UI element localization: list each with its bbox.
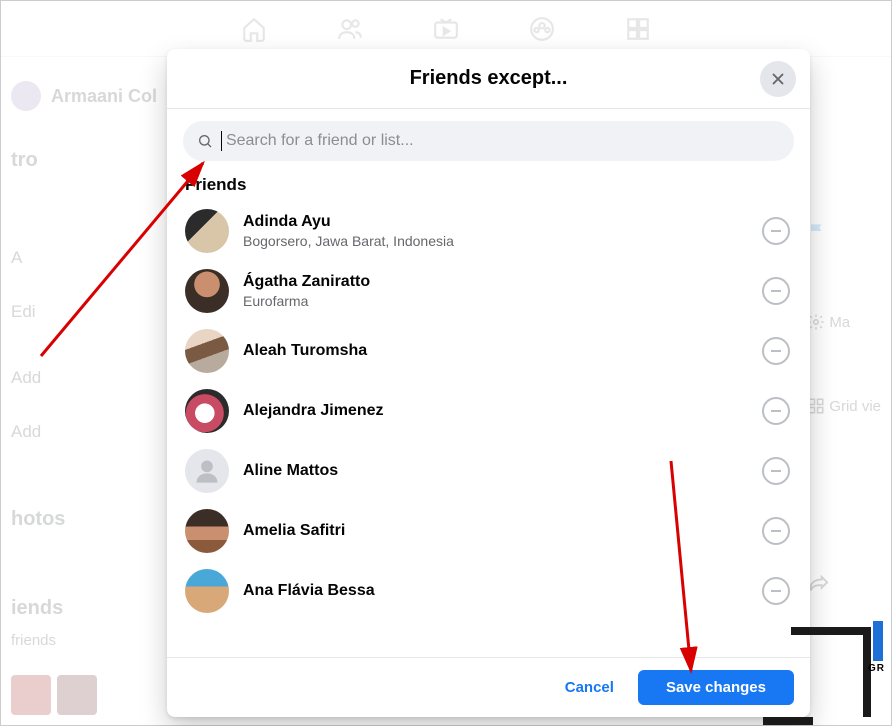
close-button[interactable] <box>760 61 796 97</box>
friends-except-modal: Friends except... Friends Adinda AyuBogo… <box>167 49 810 717</box>
friend-avatar <box>185 389 229 433</box>
friend-name: Adinda Ayu <box>243 212 748 231</box>
exclude-button[interactable] <box>762 397 790 425</box>
friend-name: Alejandra Jimenez <box>243 401 748 420</box>
friend-text: Aline Mattos <box>243 461 748 480</box>
friends-section-label: Friends <box>185 175 794 195</box>
friend-text: Ágatha ZanirattoEurofarma <box>243 272 748 309</box>
watermark: GR <box>781 627 871 697</box>
friend-avatar <box>185 509 229 553</box>
friend-text: Alejandra Jimenez <box>243 401 748 420</box>
friend-row[interactable]: Ana Flávia Bessa <box>183 561 794 621</box>
friend-list[interactable]: Adinda AyuBogorsero, Jawa Barat, Indones… <box>183 201 794 657</box>
friend-name: Aleah Turomsha <box>243 341 748 360</box>
friend-name: Aline Mattos <box>243 461 748 480</box>
search-input[interactable] <box>226 132 780 150</box>
search-icon <box>197 133 213 149</box>
exclude-button[interactable] <box>762 277 790 305</box>
exclude-button[interactable] <box>762 577 790 605</box>
close-icon <box>769 70 787 88</box>
friend-avatar <box>185 209 229 253</box>
modal-header: Friends except... <box>167 49 810 109</box>
friend-row[interactable]: Aleah Turomsha <box>183 321 794 381</box>
modal-body: Friends Adinda AyuBogorsero, Jawa Barat,… <box>167 109 810 657</box>
friend-avatar <box>185 449 229 493</box>
exclude-button[interactable] <box>762 337 790 365</box>
cancel-button[interactable]: Cancel <box>549 671 630 704</box>
modal-footer: Cancel Save changes <box>167 657 810 717</box>
modal-title: Friends except... <box>410 67 568 90</box>
friend-row[interactable]: Ágatha ZanirattoEurofarma <box>183 261 794 321</box>
exclude-button[interactable] <box>762 517 790 545</box>
friend-row[interactable]: Aline Mattos <box>183 441 794 501</box>
friend-text: Ana Flávia Bessa <box>243 581 748 600</box>
friend-row[interactable]: Amelia Safitri <box>183 501 794 561</box>
exclude-button[interactable] <box>762 217 790 245</box>
friend-name: Ágatha Zaniratto <box>243 272 748 291</box>
friend-name: Ana Flávia Bessa <box>243 581 748 600</box>
friend-avatar <box>185 269 229 313</box>
friend-avatar <box>185 569 229 613</box>
text-cursor <box>221 131 222 151</box>
exclude-button[interactable] <box>762 457 790 485</box>
friend-row[interactable]: Alejandra Jimenez <box>183 381 794 441</box>
friend-name: Amelia Safitri <box>243 521 748 540</box>
save-button[interactable]: Save changes <box>638 670 794 705</box>
friend-text: Aleah Turomsha <box>243 341 748 360</box>
friend-subtext: Eurofarma <box>243 292 748 310</box>
friend-text: Amelia Safitri <box>243 521 748 540</box>
search-box[interactable] <box>183 121 794 161</box>
friend-subtext: Bogorsero, Jawa Barat, Indonesia <box>243 232 748 250</box>
friend-avatar <box>185 329 229 373</box>
friend-row[interactable]: Adinda AyuBogorsero, Jawa Barat, Indones… <box>183 201 794 261</box>
default-avatar-icon <box>193 457 221 485</box>
friend-text: Adinda AyuBogorsero, Jawa Barat, Indones… <box>243 212 748 249</box>
